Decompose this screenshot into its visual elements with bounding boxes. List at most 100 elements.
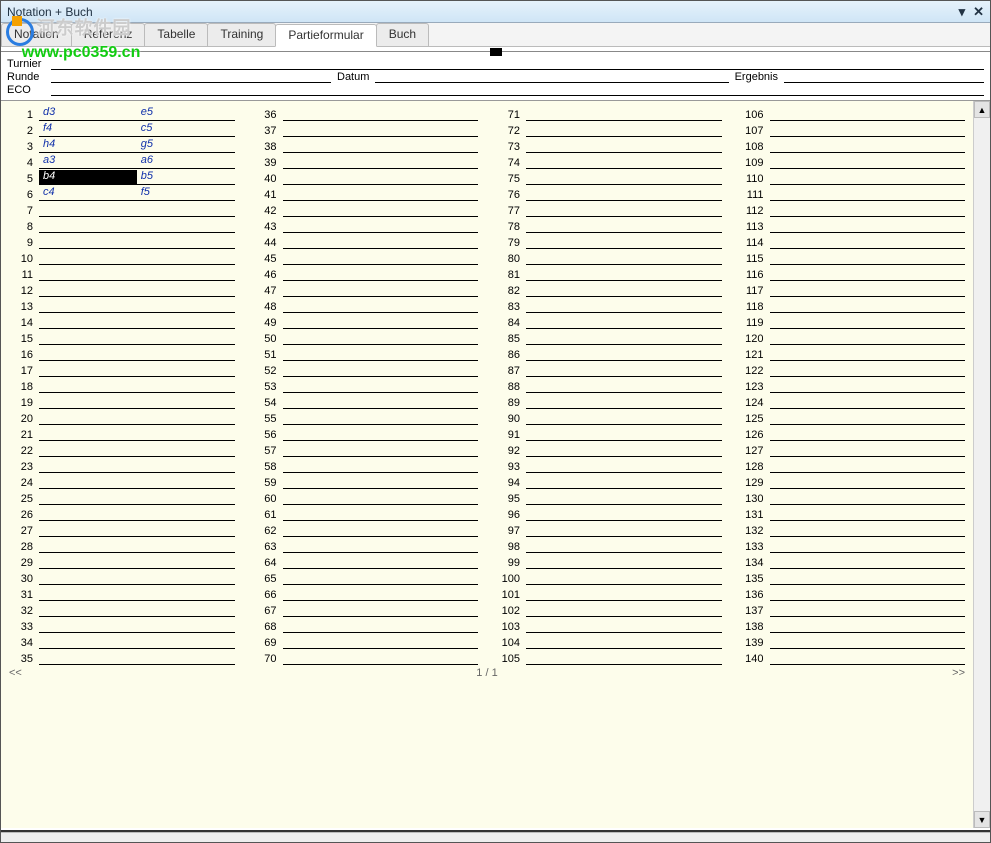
move-white[interactable] xyxy=(770,586,868,601)
move-white[interactable]: a3 xyxy=(39,154,137,169)
move-black[interactable] xyxy=(624,474,722,489)
move-black[interactable] xyxy=(624,266,722,281)
move-black[interactable] xyxy=(137,634,235,649)
move-black[interactable] xyxy=(380,330,478,345)
move-white[interactable] xyxy=(526,538,624,553)
move-white[interactable] xyxy=(39,474,137,489)
field-datum[interactable] xyxy=(375,70,728,83)
move-black[interactable] xyxy=(624,282,722,297)
move-black[interactable] xyxy=(624,410,722,425)
move-black[interactable]: a6 xyxy=(137,154,235,169)
move-black[interactable] xyxy=(380,106,478,121)
move-black[interactable] xyxy=(624,490,722,505)
move-black[interactable] xyxy=(867,122,965,137)
move-black[interactable] xyxy=(137,314,235,329)
move-black[interactable] xyxy=(867,522,965,537)
move-black[interactable] xyxy=(380,378,478,393)
move-black[interactable] xyxy=(624,154,722,169)
move-white[interactable] xyxy=(283,138,381,153)
move-white[interactable]: b4 xyxy=(39,170,137,185)
move-white[interactable] xyxy=(39,282,137,297)
move-black[interactable] xyxy=(137,266,235,281)
move-black[interactable] xyxy=(137,410,235,425)
move-white[interactable] xyxy=(39,298,137,313)
move-white[interactable] xyxy=(283,298,381,313)
move-white[interactable] xyxy=(770,506,868,521)
move-white[interactable] xyxy=(283,570,381,585)
move-black[interactable] xyxy=(380,218,478,233)
move-white[interactable] xyxy=(526,282,624,297)
move-black[interactable] xyxy=(137,234,235,249)
move-black[interactable] xyxy=(380,394,478,409)
move-white[interactable] xyxy=(770,266,868,281)
move-white[interactable] xyxy=(39,538,137,553)
move-white[interactable] xyxy=(283,282,381,297)
move-white[interactable] xyxy=(526,106,624,121)
move-white[interactable] xyxy=(283,634,381,649)
move-black[interactable] xyxy=(867,378,965,393)
move-black[interactable] xyxy=(380,282,478,297)
move-white[interactable] xyxy=(526,330,624,345)
move-white[interactable] xyxy=(526,154,624,169)
tab-tabelle[interactable]: Tabelle xyxy=(144,23,208,46)
move-black[interactable] xyxy=(867,250,965,265)
move-white[interactable]: h4 xyxy=(39,138,137,153)
move-white[interactable] xyxy=(770,122,868,137)
move-white[interactable] xyxy=(770,314,868,329)
move-white[interactable] xyxy=(283,106,381,121)
move-white[interactable] xyxy=(39,394,137,409)
move-black[interactable] xyxy=(380,298,478,313)
move-white[interactable] xyxy=(526,202,624,217)
move-white[interactable] xyxy=(526,426,624,441)
move-black[interactable] xyxy=(624,362,722,377)
move-white[interactable] xyxy=(283,490,381,505)
move-white[interactable] xyxy=(770,378,868,393)
move-black[interactable] xyxy=(380,202,478,217)
move-white[interactable] xyxy=(39,442,137,457)
move-white[interactable] xyxy=(283,314,381,329)
move-black[interactable] xyxy=(624,618,722,633)
move-black[interactable] xyxy=(380,186,478,201)
move-white[interactable] xyxy=(283,378,381,393)
move-white[interactable]: c4 xyxy=(39,186,137,201)
tab-partieformular[interactable]: Partieformular xyxy=(275,24,376,47)
move-white[interactable] xyxy=(770,282,868,297)
move-white[interactable] xyxy=(526,506,624,521)
move-white[interactable] xyxy=(770,618,868,633)
move-black[interactable] xyxy=(624,170,722,185)
move-black[interactable]: b5 xyxy=(137,170,235,185)
move-black[interactable] xyxy=(380,538,478,553)
move-white[interactable] xyxy=(283,618,381,633)
move-white[interactable] xyxy=(283,538,381,553)
move-white[interactable] xyxy=(770,346,868,361)
move-black[interactable] xyxy=(380,170,478,185)
field-runde[interactable] xyxy=(51,70,331,83)
move-white[interactable] xyxy=(526,362,624,377)
move-white[interactable] xyxy=(283,186,381,201)
move-white[interactable] xyxy=(283,426,381,441)
move-white[interactable] xyxy=(39,346,137,361)
move-black[interactable] xyxy=(624,634,722,649)
move-black[interactable] xyxy=(380,234,478,249)
move-black[interactable] xyxy=(867,154,965,169)
move-black[interactable] xyxy=(624,602,722,617)
move-white[interactable] xyxy=(526,218,624,233)
move-black[interactable] xyxy=(624,570,722,585)
move-white[interactable] xyxy=(770,426,868,441)
move-black[interactable] xyxy=(624,378,722,393)
move-white[interactable] xyxy=(39,554,137,569)
move-black[interactable] xyxy=(867,138,965,153)
move-white[interactable] xyxy=(283,410,381,425)
move-white[interactable] xyxy=(770,250,868,265)
move-black[interactable] xyxy=(867,186,965,201)
move-black[interactable] xyxy=(867,602,965,617)
move-black[interactable] xyxy=(624,314,722,329)
move-black[interactable] xyxy=(867,346,965,361)
move-white[interactable] xyxy=(526,234,624,249)
move-white[interactable] xyxy=(283,346,381,361)
vertical-scrollbar[interactable]: ▲ ▼ xyxy=(973,101,990,828)
tab-notation[interactable]: Notation xyxy=(1,23,72,46)
move-black[interactable] xyxy=(624,458,722,473)
move-white[interactable] xyxy=(526,298,624,313)
move-white[interactable] xyxy=(39,586,137,601)
